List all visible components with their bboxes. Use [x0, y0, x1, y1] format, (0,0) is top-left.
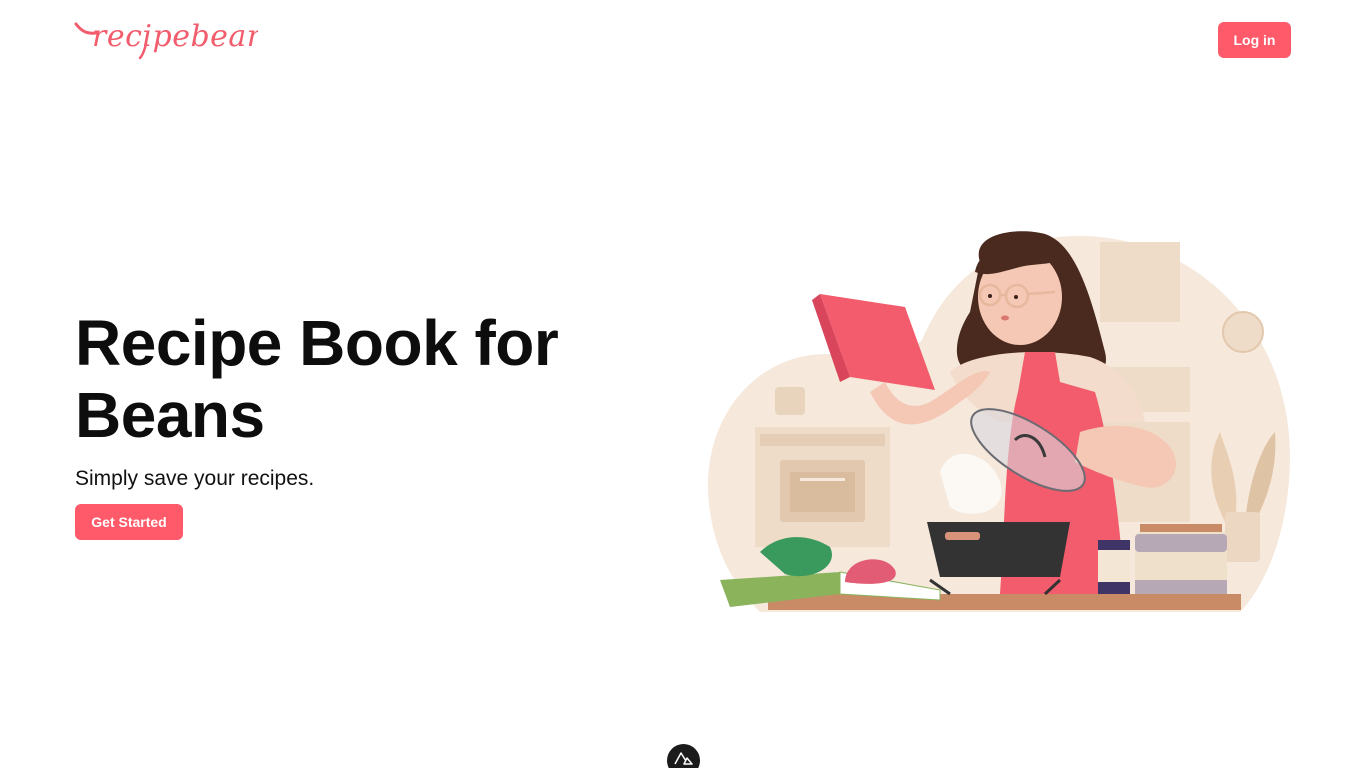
cooking-woman-illustration	[707, 231, 1291, 612]
login-button[interactable]: Log in	[1218, 22, 1291, 58]
hero-subtitle: Simply save your recipes.	[75, 467, 315, 490]
nuxt-logo-icon	[674, 752, 693, 765]
get-started-button[interactable]: Get Started	[75, 504, 183, 540]
recipebean-logo: recipebean	[74, 19, 258, 60]
landing-page: recipebean Log in Recipe Book for Beans …	[0, 0, 1366, 768]
site-header: recipebean Log in	[0, 0, 1366, 80]
hero-title-line-1: Recipe Book for	[75, 307, 559, 379]
logo-text: recipebean	[92, 19, 258, 54]
hero-title: Recipe Book for Beans	[75, 307, 635, 451]
nuxt-devtools-badge[interactable]	[667, 744, 700, 768]
hero-title-line-2: Beans	[75, 379, 265, 451]
